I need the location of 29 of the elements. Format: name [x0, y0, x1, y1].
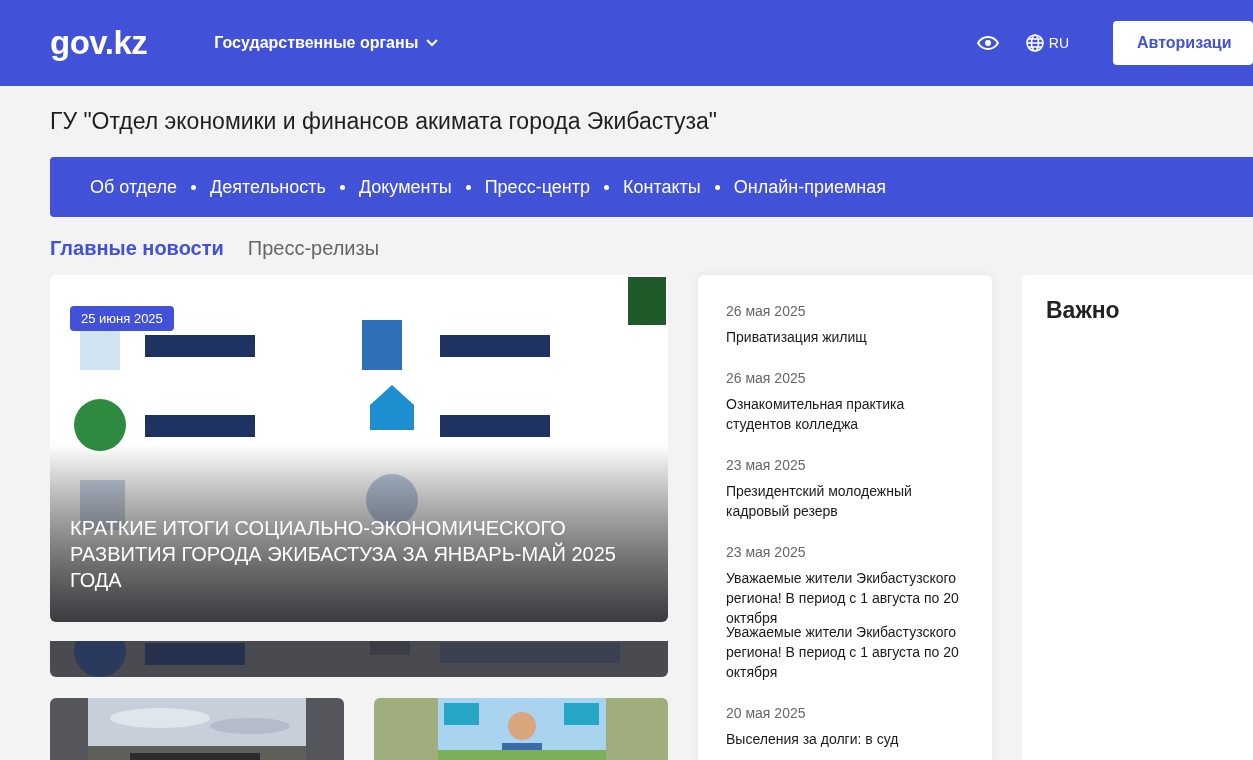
date-badge: 25 июня 2025	[70, 306, 174, 331]
news-date: 26 мая 2025	[726, 303, 807, 319]
nav-link[interactable]: Онлайн-приемная	[733, 176, 887, 198]
news-link[interactable]: Выселения за долги: в суд	[726, 729, 964, 749]
news-link[interactable]: Приватизация жилищ	[726, 327, 964, 347]
nav-link[interactable]: Об отделе	[90, 176, 177, 198]
news-link[interactable]: Ознакомительная практика студентов колледжа	[726, 394, 964, 434]
news-link[interactable]: Президентский молодежный кадровый резерв	[726, 481, 964, 521]
eye-icon[interactable]	[976, 36, 999, 50]
featured-news-card[interactable]: 25 июня 2025 КРАТКИЕ ИТОГИ СОЦИАЛЬНО-ЭКОНОМИЧЕСКОГО РАЗВИТИЯ ГОРОДА ЭКИБАСТУЗА ЗА ЯНВАРЬ-МАЙ 2025 ГОДА	[50, 275, 668, 622]
news-date: 23 мая 2025	[726, 457, 807, 473]
news-date: 26 мая 2025	[726, 370, 807, 386]
nav-link[interactable]: Документы	[358, 176, 452, 198]
nav-link[interactable]: Пресс-центр	[484, 176, 590, 198]
nav-link[interactable]: Деятельность	[210, 176, 326, 198]
news-tab[interactable]: Главные новости	[50, 237, 224, 260]
site-logo[interactable]: gov.kz	[50, 24, 148, 62]
news-headline: КРАТКИЕ ИТОГИ СОЦИАЛЬНО-ЭКОНОМИЧЕСКОГО РАЗВИТИЯ ГОРОДА ЭКИБАСТУЗА ЗА ЯНВАРЬ-МАЙ 2025 ГОДА	[70, 516, 617, 593]
chevron-down-icon	[426, 39, 439, 47]
news-date: 23 мая 2025	[726, 544, 807, 560]
nav-link[interactable]: Контакты	[622, 176, 701, 198]
globe-icon	[1025, 34, 1044, 52]
news-date: 20 мая 2025	[726, 705, 807, 721]
login-button[interactable]: Авторизаци	[1113, 21, 1253, 65]
news-tab[interactable]: Пресс-релизы	[247, 237, 380, 260]
agencies-menu[interactable]: Государственные органы	[214, 34, 439, 52]
important-heading: Важно	[1046, 297, 1121, 324]
language-button[interactable]: RU	[1025, 34, 1069, 52]
page-title: ГУ "Отдел экономики и финансов акимата города Экибастуза"	[50, 107, 718, 136]
